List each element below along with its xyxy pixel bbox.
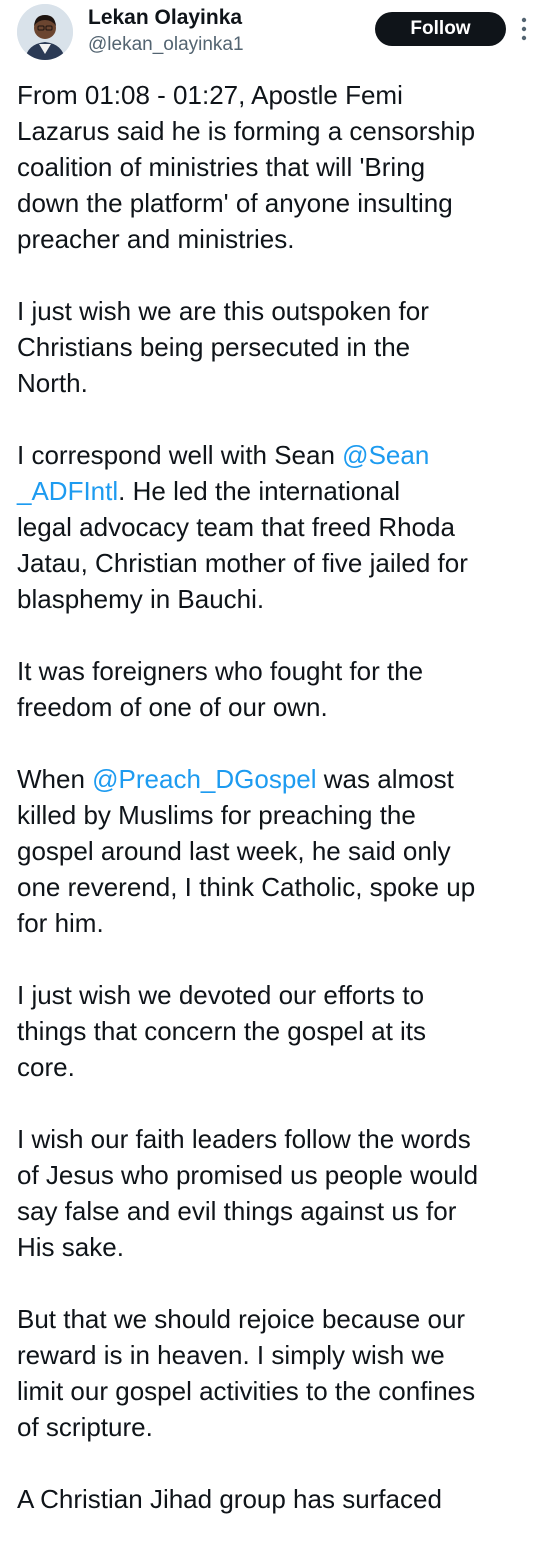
text-line: limit our gospel activities to the confi… [17, 1376, 476, 1406]
tweet-paragraph-8: But that we should rejoice because our r… [17, 1301, 545, 1445]
text-segment: . He led the international [118, 476, 401, 506]
text-line: I just wish we are this outspoken for [17, 296, 429, 326]
text-line: blasphemy in Bauchi. [17, 584, 265, 614]
tweet-paragraph-9: A Christian Jihad group has surfaced [17, 1481, 545, 1517]
tweet-paragraph-3: I correspond well with Sean @Sean _ADFIn… [17, 437, 545, 617]
text-line: legal advocacy team that freed Rhoda [17, 512, 455, 542]
follow-button[interactable]: Follow [375, 12, 506, 46]
more-vertical-icon[interactable] [514, 12, 534, 46]
author-handle[interactable]: @lekan_olayinka1 [88, 32, 244, 58]
text-line: His sake. [17, 1232, 124, 1262]
author-names: Lekan Olayinka @lekan_olayinka1 [88, 6, 244, 58]
text-line: gospel around last week, he said only [17, 836, 451, 866]
tweet-header: Lekan Olayinka @lekan_olayinka1 Follow [0, 0, 554, 72]
tweet-paragraph-1: From 01:08 - 01:27, Apostle Femi Lazarus… [17, 77, 545, 257]
mention-link-sean-adfintl-continued[interactable]: _ADFIntl [17, 476, 118, 506]
text-line: A Christian Jihad group has surfaced [17, 1484, 442, 1514]
author-display-name[interactable]: Lekan Olayinka [88, 6, 244, 30]
text-line: killed by Muslims for preaching the [17, 800, 416, 830]
text-line: things that concern the gospel at its [17, 1016, 427, 1046]
text-line: coalition of ministries that will 'Bring [17, 152, 426, 182]
mention-link-preach-dgospel[interactable]: @Preach_DGospel [92, 764, 316, 794]
tweet-paragraph-5: When @Preach_DGospel was almost killed b… [17, 761, 545, 941]
tweet-paragraph-4: It was foreigners who fought for the fre… [17, 653, 545, 725]
text-line: When @Preach_DGospel was almost [17, 761, 545, 797]
tweet-paragraph-2: I just wish we are this outspoken for Ch… [17, 293, 545, 401]
text-line: I just wish we devoted our efforts to [17, 980, 425, 1010]
text-line: It was foreigners who fought for the [17, 656, 424, 686]
text-segment: was almost [316, 764, 454, 794]
text-line: Christians being persecuted in the [17, 332, 411, 362]
text-line: preacher and ministries. [17, 224, 295, 254]
tweet-paragraph-6: I just wish we devoted our efforts to th… [17, 977, 545, 1085]
text-line: of scripture. [17, 1412, 153, 1442]
text-line: down the platform' of anyone insulting [17, 188, 453, 218]
text-line: say false and evil things against us for [17, 1196, 457, 1226]
text-segment: I correspond well with Sean [17, 440, 343, 470]
text-line: North. [17, 368, 88, 398]
text-line: of Jesus who promised us people would [17, 1160, 479, 1190]
text-line: for him. [17, 908, 104, 938]
text-line: From 01:08 - 01:27, Apostle Femi [17, 80, 403, 110]
text-line: I correspond well with Sean @Sean [17, 437, 545, 473]
text-line: Jatau, Christian mother of five jailed f… [17, 548, 468, 578]
text-line: But that we should rejoice because our [17, 1304, 466, 1334]
text-line: _ADFIntl. He led the international [17, 473, 545, 509]
mention-link-sean-adfintl[interactable]: @Sean [342, 440, 429, 470]
tweet-text: From 01:08 - 01:27, Apostle Femi Lazarus… [17, 77, 545, 1553]
tweet-paragraph-7: I wish our faith leaders follow the word… [17, 1121, 545, 1265]
text-line: I wish our faith leaders follow the word… [17, 1124, 471, 1154]
avatar[interactable] [17, 4, 73, 60]
text-segment: When [17, 764, 93, 794]
text-line: core. [17, 1052, 75, 1082]
text-line: reward is in heaven. I simply wish we [17, 1340, 445, 1370]
text-line: freedom of one of our own. [17, 692, 328, 722]
text-line: one reverend, I think Catholic, spoke up [17, 872, 476, 902]
avatar-image [17, 4, 73, 60]
text-line: Lazarus said he is forming a censorship [17, 116, 476, 146]
